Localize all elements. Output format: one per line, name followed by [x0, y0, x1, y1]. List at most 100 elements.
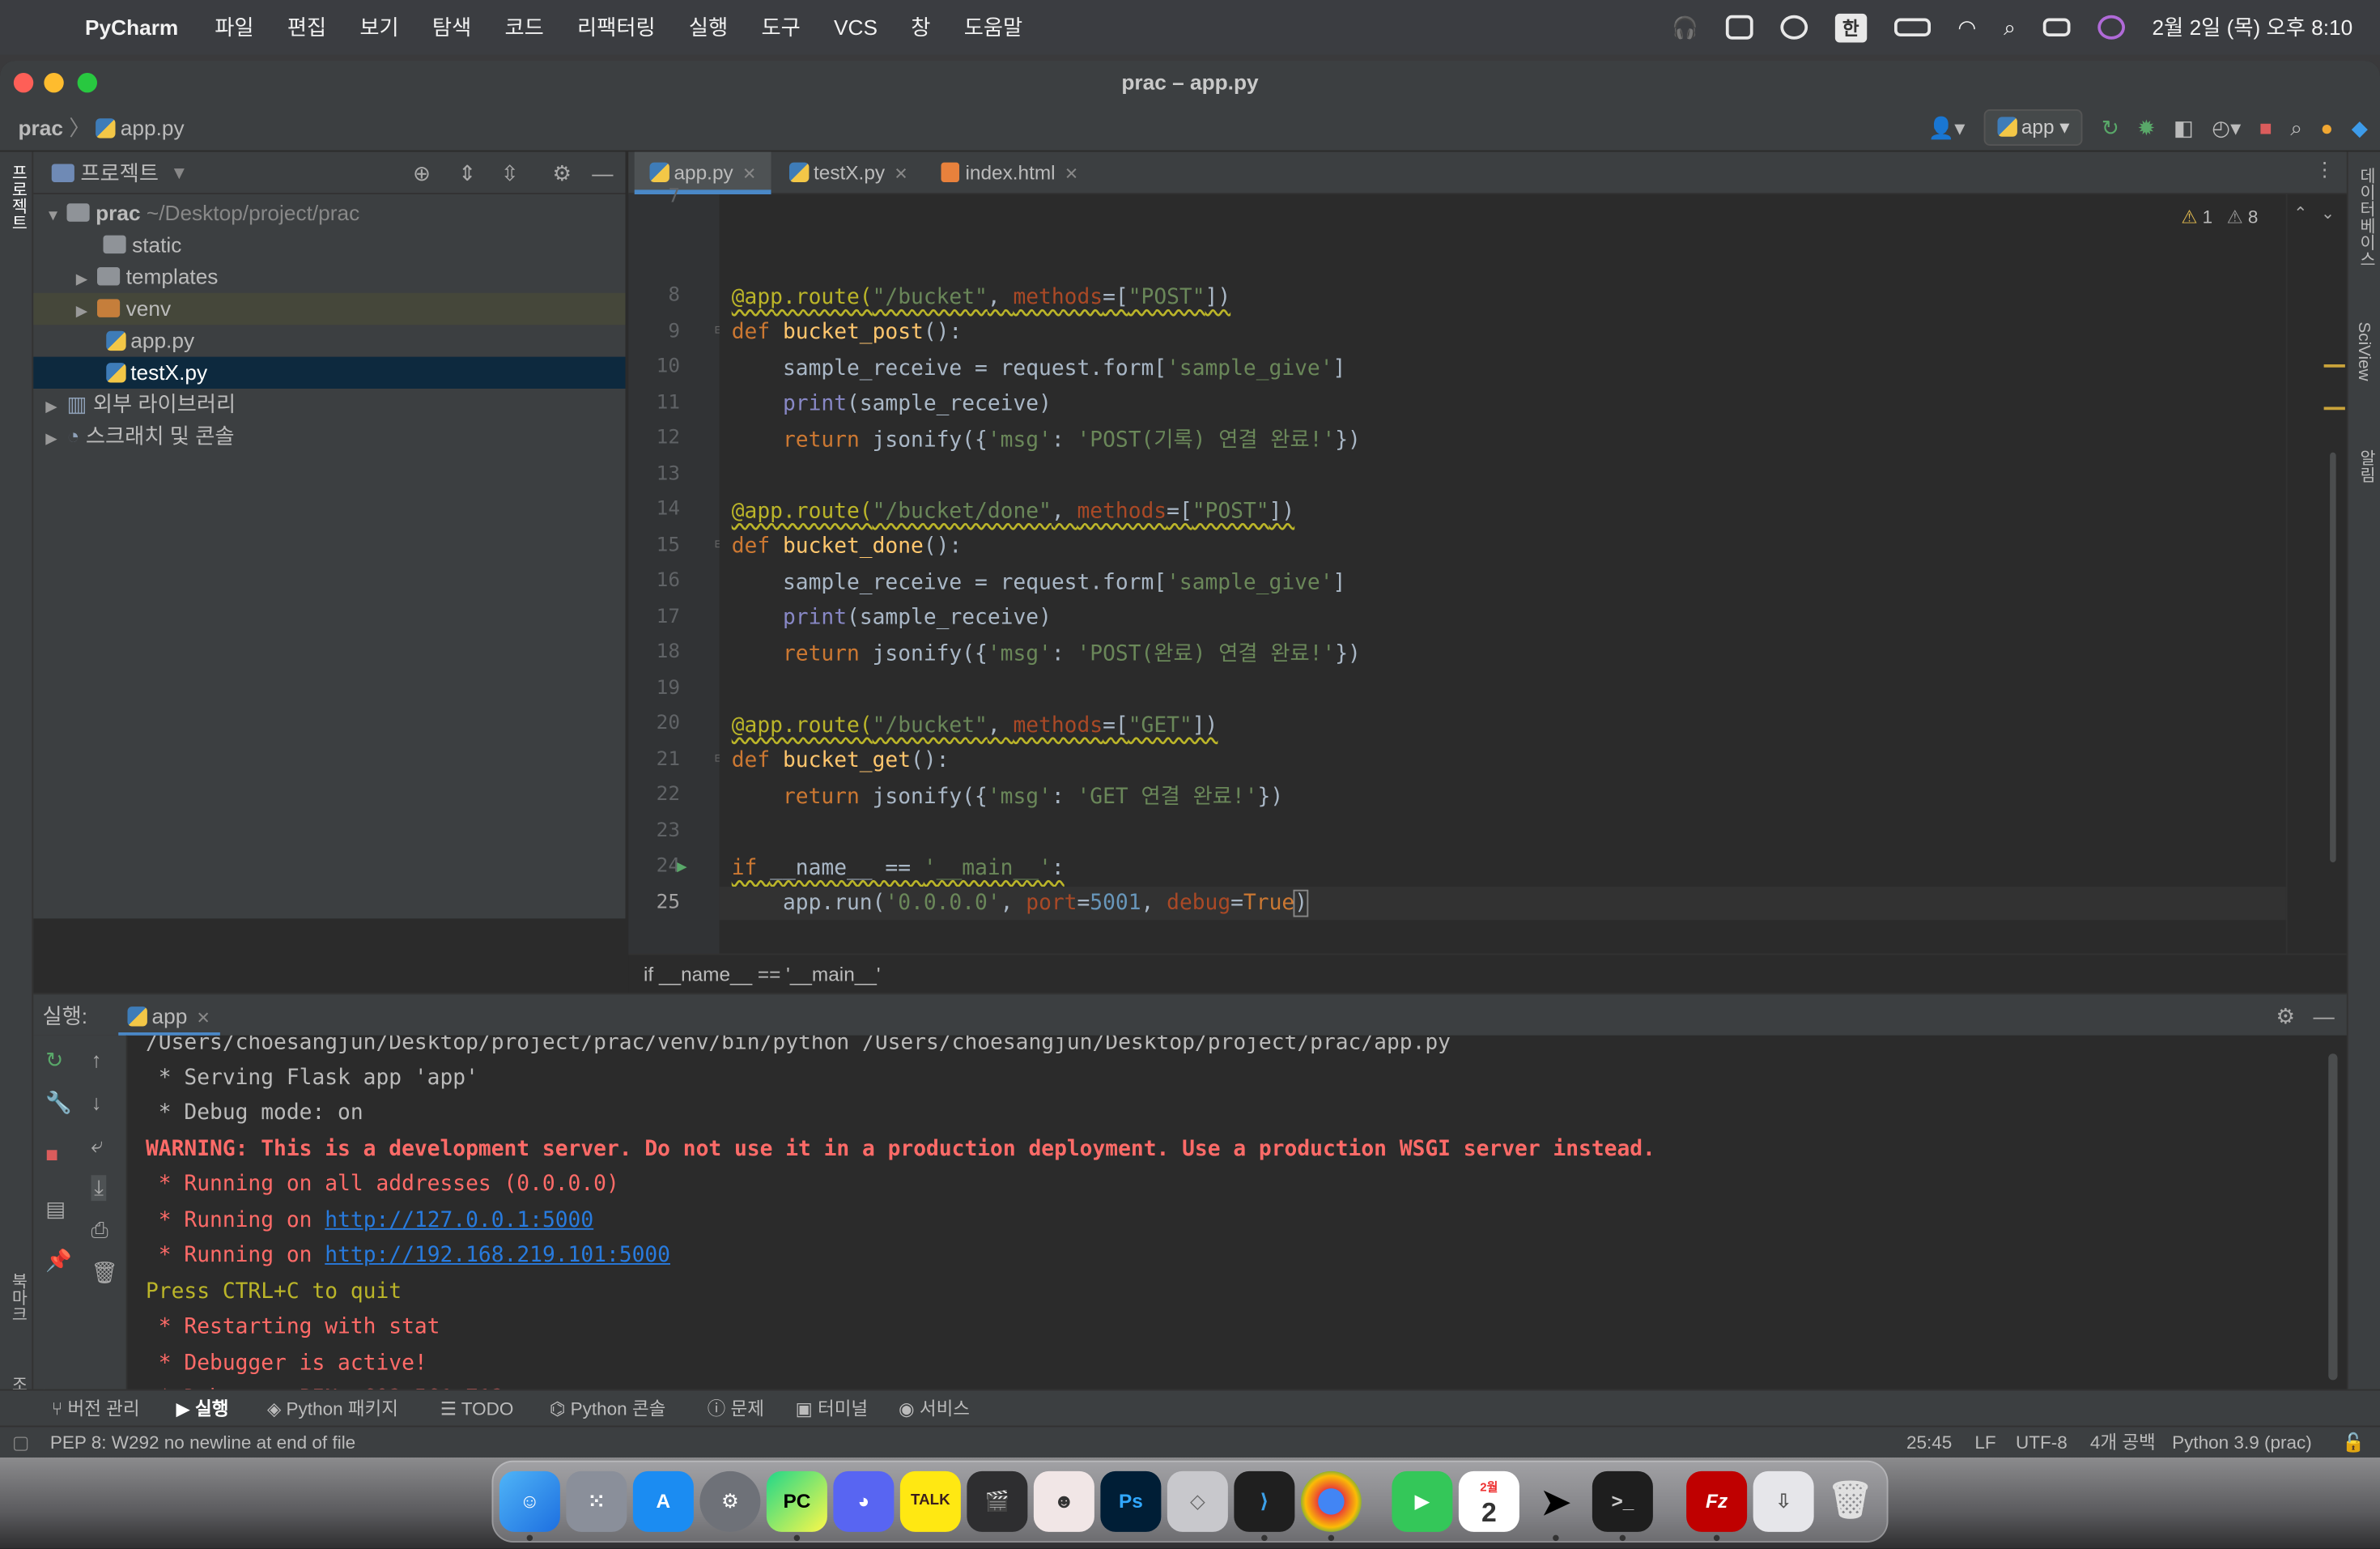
console-scrollbar[interactable]: [2328, 1053, 2338, 1381]
close-window-button[interactable]: [13, 73, 34, 93]
tree-item-external-libraries[interactable]: ▶ ▥ 외부 라이브러리: [33, 389, 625, 420]
collapse-all-icon[interactable]: ⇳: [501, 161, 519, 187]
status-encoding[interactable]: UTF-8: [2016, 1428, 2068, 1458]
run-gutter-icon[interactable]: ▶: [677, 857, 686, 876]
status-panel-toggle-icon[interactable]: ▢: [12, 1428, 29, 1458]
menu-tools[interactable]: 도구: [761, 12, 800, 43]
wifi-icon[interactable]: ◠: [1957, 15, 1976, 40]
soft-wrap-icon[interactable]: ⤶: [91, 1133, 104, 1159]
tree-item-app-py[interactable]: app.py: [33, 325, 625, 356]
menu-edit[interactable]: 편집: [287, 12, 326, 43]
trash-icon[interactable]: 🗑: [1820, 1471, 1881, 1532]
pin-icon[interactable]: 📌: [45, 1248, 72, 1274]
status-caret-position[interactable]: 25:45: [1906, 1428, 1952, 1458]
tab-index-html[interactable]: index.html ✕: [926, 152, 1094, 195]
kakaotalk-icon[interactable]: TALK: [899, 1470, 961, 1532]
spotlight-search-icon[interactable]: ⌕: [2004, 15, 2016, 40]
chevron-right-icon[interactable]: ▶: [45, 423, 66, 455]
siri-icon[interactable]: [2097, 15, 2125, 40]
close-icon[interactable]: ✕: [197, 1010, 210, 1028]
tool-tab-terminal[interactable]: ▣ 터미널: [796, 1391, 869, 1428]
breadcrumb-project[interactable]: prac: [19, 116, 63, 140]
tree-item-testx-py[interactable]: testX.py: [33, 356, 626, 389]
menubar-clock[interactable]: 2월 2일 (목) 오후 8:10: [2153, 12, 2353, 43]
hide-panel-icon[interactable]: —: [2314, 994, 2335, 1037]
notifications-tool-button[interactable]: 알림: [2354, 449, 2378, 483]
coverage-icon[interactable]: ◧: [2174, 104, 2194, 152]
chevron-down-icon[interactable]: ⌄: [2321, 203, 2335, 223]
arrow-up-icon[interactable]: ↑: [91, 1048, 102, 1072]
trash-icon[interactable]: 🗑: [91, 1260, 118, 1286]
profile-icon[interactable]: ◴▾: [2212, 104, 2241, 152]
sciview-tool-button[interactable]: SciView: [2354, 322, 2373, 381]
stop-icon[interactable]: ■: [45, 1142, 58, 1166]
filezilla-icon[interactable]: Fz: [1686, 1470, 1748, 1532]
breadcrumb-file[interactable]: app.py: [121, 116, 185, 140]
vpn-icon[interactable]: [1779, 15, 1808, 40]
tab-testx-py[interactable]: testX.py ✕: [774, 152, 923, 195]
database-tool-button[interactable]: 데이터베이스: [2354, 167, 2378, 267]
chevron-right-icon[interactable]: ▶: [76, 264, 97, 296]
stop-icon[interactable]: ■: [2259, 104, 2272, 152]
warning-icon[interactable]: ⚠: [2181, 206, 2197, 228]
run-console[interactable]: /Users/choesangjun/Desktop/project/prac/…: [127, 1035, 2347, 1389]
menu-code[interactable]: 코드: [504, 12, 543, 43]
layout-icon[interactable]: ▤: [45, 1197, 66, 1223]
control-center-icon[interactable]: [2042, 18, 2071, 36]
editor-scrollbar[interactable]: [2330, 452, 2336, 862]
tool-tab-run[interactable]: ▶ 실행: [176, 1391, 229, 1428]
minimize-window-button[interactable]: [44, 73, 64, 93]
battery-icon[interactable]: [1893, 18, 1931, 36]
downloads-folder-icon[interactable]: ⇩: [1753, 1470, 1814, 1532]
rerun-icon[interactable]: ↻: [45, 1048, 63, 1074]
user-icon[interactable]: 👤▾: [1928, 104, 1966, 152]
run-tab-app[interactable]: app ✕: [118, 994, 220, 1037]
wrench-icon[interactable]: 🔧: [45, 1090, 72, 1116]
menu-view[interactable]: 보기: [359, 12, 398, 43]
editor-breadcrumb[interactable]: if __name__ == '__main__': [628, 953, 2347, 994]
zoom-window-button[interactable]: [77, 73, 97, 93]
chevron-down-icon[interactable]: ▾: [174, 160, 185, 185]
calendar-icon[interactable]: 2월 2: [1458, 1470, 1519, 1532]
close-icon[interactable]: ✕: [1065, 165, 1078, 184]
gear-icon[interactable]: ⚙: [553, 161, 572, 187]
warning-marker[interactable]: [2323, 406, 2345, 411]
editor-error-stripe[interactable]: ⚠ 1 ⚠ 8 ⌃ ⌄: [2181, 194, 2347, 954]
lock-icon[interactable]: 🔓: [2342, 1428, 2365, 1458]
input-source-indicator[interactable]: 한: [1834, 12, 1867, 42]
chevron-up-icon[interactable]: ⌃: [2293, 203, 2307, 223]
rerun-icon[interactable]: ↻: [2102, 104, 2119, 152]
terminal-icon[interactable]: >_: [1592, 1470, 1653, 1532]
tool-tab-problems[interactable]: ⓘ 문제: [708, 1391, 764, 1428]
vscode-icon[interactable]: ⟩: [1234, 1470, 1295, 1532]
tree-item-static[interactable]: static: [33, 229, 625, 261]
photoshop-icon[interactable]: Ps: [1100, 1470, 1162, 1532]
final-cut-icon[interactable]: 🎬: [967, 1470, 1028, 1532]
weak-warning-icon[interactable]: ⚠: [2227, 206, 2243, 228]
menu-navigate[interactable]: 탐색: [432, 12, 471, 43]
genshin-icon[interactable]: ☻: [1033, 1470, 1094, 1532]
menubar-app-name[interactable]: PyCharm: [85, 15, 178, 40]
menu-help[interactable]: 도움말: [964, 12, 1022, 43]
console-link-lan[interactable]: http://192.168.219.101:5000: [325, 1244, 670, 1268]
system-settings-icon[interactable]: ⚙: [699, 1470, 761, 1532]
debug-icon[interactable]: ✹: [2137, 104, 2155, 152]
tree-item-venv[interactable]: ▶ venv: [33, 292, 626, 328]
app-store-icon[interactable]: A: [632, 1470, 694, 1532]
chevron-right-icon[interactable]: ▶: [45, 392, 66, 423]
expand-all-icon[interactable]: ⇕: [458, 161, 476, 187]
arrow-down-icon[interactable]: ↓: [91, 1090, 102, 1114]
tool-tab-todo[interactable]: ☰ TODO: [440, 1391, 514, 1428]
project-panel-title[interactable]: 프로젝트: [80, 157, 159, 188]
tool-tab-python-packages[interactable]: ◈ Python 패키지: [267, 1391, 398, 1428]
warning-marker[interactable]: [2323, 364, 2345, 368]
scroll-to-end-icon[interactable]: ⤓: [91, 1175, 107, 1202]
tool-tab-python-console[interactable]: ⌬ Python 콘솔: [550, 1391, 666, 1428]
chevron-right-icon[interactable]: ▶: [76, 296, 97, 328]
bookmarks-tool-button[interactable]: 북마크: [6, 1272, 31, 1322]
discord-icon[interactable]: ◕: [833, 1470, 895, 1532]
status-interpreter[interactable]: Python 3.9 (prac): [2172, 1428, 2312, 1458]
console-link-localhost[interactable]: http://127.0.0.1:5000: [325, 1209, 593, 1233]
hide-panel-icon[interactable]: —: [592, 161, 613, 185]
run-config-selector[interactable]: app ▾: [1983, 109, 2084, 146]
